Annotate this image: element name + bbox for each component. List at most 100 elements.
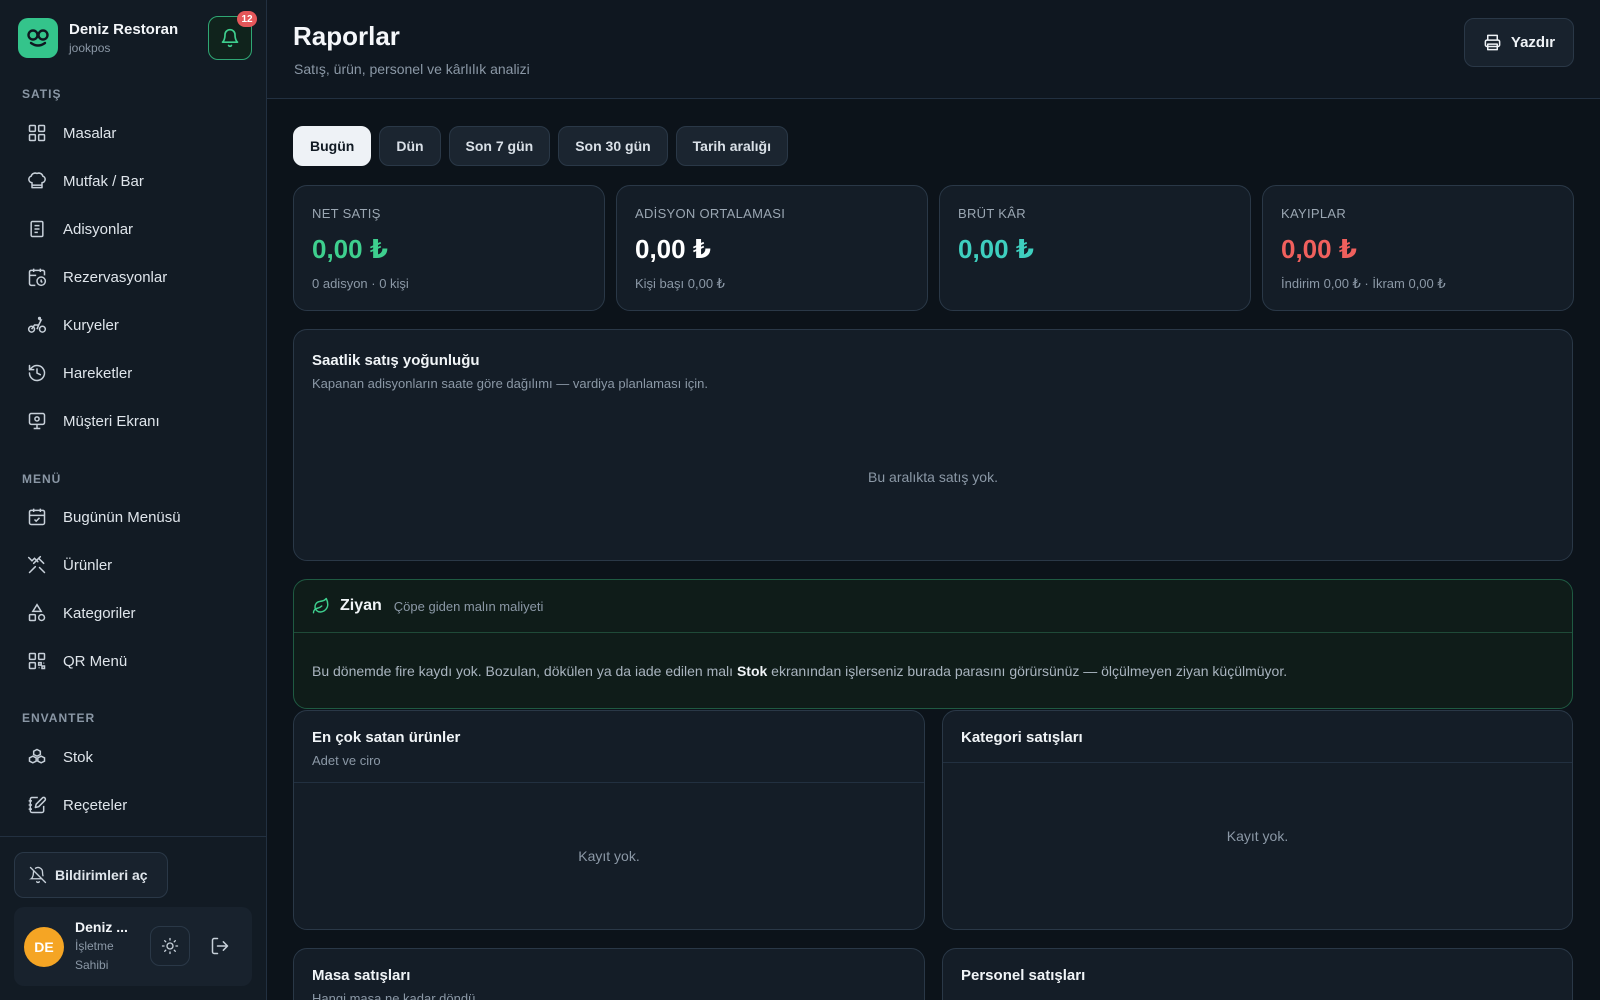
tab-bugun[interactable]: Bugün — [293, 126, 372, 166]
sidebar-item-label: Bugünün Menüsü — [63, 508, 181, 526]
waste-panel: Ziyan Çöpe giden malın maliyeti Bu dönem… — [293, 579, 1573, 709]
bell-icon — [221, 28, 239, 48]
nav-section-envanter: ENVANTER — [22, 711, 96, 725]
waste-message: Bu dönemde fire kaydı yok. Bozulan, dökü… — [294, 663, 1572, 679]
theme-toggle-button[interactable] — [150, 926, 190, 966]
staff-sales-panel: Personel satışları — [942, 948, 1573, 1000]
sidebar: Deniz Restoran jookpos 12 SATIŞ Masalar … — [0, 0, 267, 1000]
sidebar-item-kategoriler[interactable]: Kategoriler — [14, 593, 252, 633]
stat-note: İndirim 0,00 ₺ · İkram 0,00 ₺ — [1281, 276, 1446, 291]
top-products-empty: Kayıt yok. — [578, 848, 640, 864]
tab-son-30-gun[interactable]: Son 30 gün — [558, 126, 668, 166]
tab-dun[interactable]: Dün — [379, 126, 441, 166]
sidebar-item-receteler[interactable]: Reçeteler — [14, 785, 252, 825]
hourly-sales-panel: Saatlik satış yoğunluğu Kapanan adisyonl… — [293, 329, 1573, 561]
top-products-panel: En çok satan ürünler Adet ve ciro Kayıt … — [293, 710, 925, 930]
avatar: DE — [24, 926, 64, 967]
stat-label: ADİSYON ORTALAMASI — [635, 206, 786, 221]
user-role: İşletme Sahibi — [75, 938, 114, 972]
grid-icon — [26, 122, 48, 144]
brand: Deniz Restoran jookpos — [18, 18, 178, 58]
sidebar-item-stok[interactable]: Stok — [14, 737, 252, 777]
table-sales-subtitle: Hangi masa ne kadar döndü — [312, 991, 476, 1000]
staff-sales-title: Personel satışları — [961, 967, 1086, 984]
sidebar-item-adisyonlar[interactable]: Adisyonlar — [14, 209, 252, 249]
notebook-pen-icon — [26, 794, 48, 816]
user-card: DE Deniz ... İşletme Sahibi — [14, 907, 252, 986]
page-header: Raporlar Satış, ürün, personel ve kârlıl… — [267, 0, 1600, 99]
stat-card-adisyon-ortalamasi: ADİSYON ORTALAMASI 0,00 ₺ Kişi başı 0,00… — [616, 185, 928, 311]
waste-message-pre: Bu dönemde fire kaydı yok. Bozulan, dökü… — [312, 663, 737, 679]
sidebar-item-label: Ürünler — [63, 556, 113, 574]
table-sales-panel: Masa satışları Hangi masa ne kadar döndü — [293, 948, 925, 1000]
boxes-icon — [26, 746, 48, 768]
sidebar-item-hareketler[interactable]: Hareketler — [14, 353, 252, 393]
tab-tarih-araligi[interactable]: Tarih aralığı — [675, 126, 788, 166]
date-range-tabs: Bugün Dün Son 7 gün Son 30 gün Tarih ara… — [293, 126, 796, 166]
stat-label: BRÜT KÂR — [958, 206, 1026, 221]
sidebar-item-qr-menu[interactable]: QR Menü — [14, 641, 252, 681]
notifications-button[interactable]: 12 — [208, 11, 257, 60]
hourly-sales-empty: Bu aralıkta satış yok. — [868, 469, 998, 485]
sidebar-item-label: Kategoriler — [63, 604, 136, 622]
nav-section-menu: MENÜ — [22, 472, 62, 486]
waste-message-post: ekranından işlerseniz burada parasını gö… — [767, 663, 1288, 679]
receipt-icon — [26, 218, 48, 240]
page-title: Raporlar — [293, 21, 400, 51]
waste-subtitle: Çöpe giden malın maliyeti — [393, 598, 544, 614]
print-button[interactable]: Yazdır — [1464, 18, 1574, 67]
sidebar-item-bugunun-menusu[interactable]: Bugünün Menüsü — [14, 497, 252, 537]
sidebar-item-label: Müşteri Ekranı — [63, 412, 160, 430]
stat-value: 0,00 ₺ — [312, 234, 388, 264]
history-icon — [26, 362, 48, 384]
stock-link-text: Stok — [736, 663, 768, 679]
sun-icon — [161, 937, 179, 955]
stat-value: 0,00 ₺ — [958, 234, 1034, 264]
logout-icon — [211, 937, 229, 955]
stat-label: NET SATIŞ — [312, 206, 381, 221]
panel-divider — [943, 762, 1572, 763]
brand-logo-icon — [18, 18, 58, 58]
tab-son-7-gun[interactable]: Son 7 gün — [448, 126, 551, 166]
brand-subtitle: jookpos — [69, 41, 111, 55]
stat-value: 0,00 ₺ — [635, 234, 711, 264]
utensils-crossed-icon — [26, 554, 48, 576]
notification-count-badge: 12 — [237, 11, 257, 27]
user-name: Deniz ... — [75, 918, 128, 935]
stat-label: KAYIPLAR — [1281, 206, 1347, 221]
sidebar-item-label: Mutfak / Bar — [63, 172, 144, 190]
logout-button[interactable] — [200, 926, 240, 966]
shapes-icon — [26, 602, 48, 624]
nav-section-satis: SATIŞ — [22, 87, 62, 101]
sidebar-item-label: Hareketler — [63, 364, 133, 382]
calendar-clock-icon — [26, 266, 48, 288]
top-products-subtitle: Adet ve ciro — [312, 753, 381, 768]
stat-note: Kişi başı 0,00 ₺ — [635, 276, 725, 291]
sidebar-item-label: Adisyonlar — [63, 220, 134, 238]
panel-divider — [294, 782, 924, 783]
stat-card-brut-kar: BRÜT KÂR 0,00 ₺ — [939, 185, 1251, 311]
bicycle-icon — [26, 314, 48, 336]
sidebar-item-masalar[interactable]: Masalar — [14, 113, 252, 153]
waste-title: Ziyan — [340, 597, 382, 614]
stat-card-net-satis: NET SATIŞ 0,00 ₺ 0 adisyon · 0 kişi — [293, 185, 605, 311]
category-sales-panel: Kategori satışları Kayıt yok. — [942, 710, 1573, 930]
top-products-title: En çok satan ürünler — [312, 729, 461, 746]
sidebar-item-label: Rezervasyonlar — [63, 268, 168, 286]
sidebar-item-musteri-ekrani[interactable]: Müşteri Ekranı — [14, 401, 252, 441]
sidebar-item-label: Masalar — [63, 124, 117, 142]
enable-notifications-button[interactable]: Bildirimleri aç — [14, 852, 168, 898]
printer-icon — [1484, 34, 1501, 51]
sidebar-item-urunler[interactable]: Ürünler — [14, 545, 252, 585]
calendar-check-icon — [26, 506, 48, 528]
stat-note: 0 adisyon · 0 kişi — [312, 276, 409, 291]
sidebar-item-mutfak-bar[interactable]: Mutfak / Bar — [14, 161, 252, 201]
enable-notifications-label: Bildirimleri aç — [55, 867, 148, 883]
page-subtitle: Satış, ürün, personel ve kârlılık analiz… — [294, 61, 530, 77]
sidebar-item-kuryeler[interactable]: Kuryeler — [14, 305, 252, 345]
bell-off-icon — [29, 866, 47, 884]
sidebar-item-label: Kuryeler — [63, 316, 119, 334]
table-sales-title: Masa satışları — [312, 967, 411, 984]
sidebar-item-rezervasyonlar[interactable]: Rezervasyonlar — [14, 257, 252, 297]
sidebar-divider — [0, 836, 266, 837]
